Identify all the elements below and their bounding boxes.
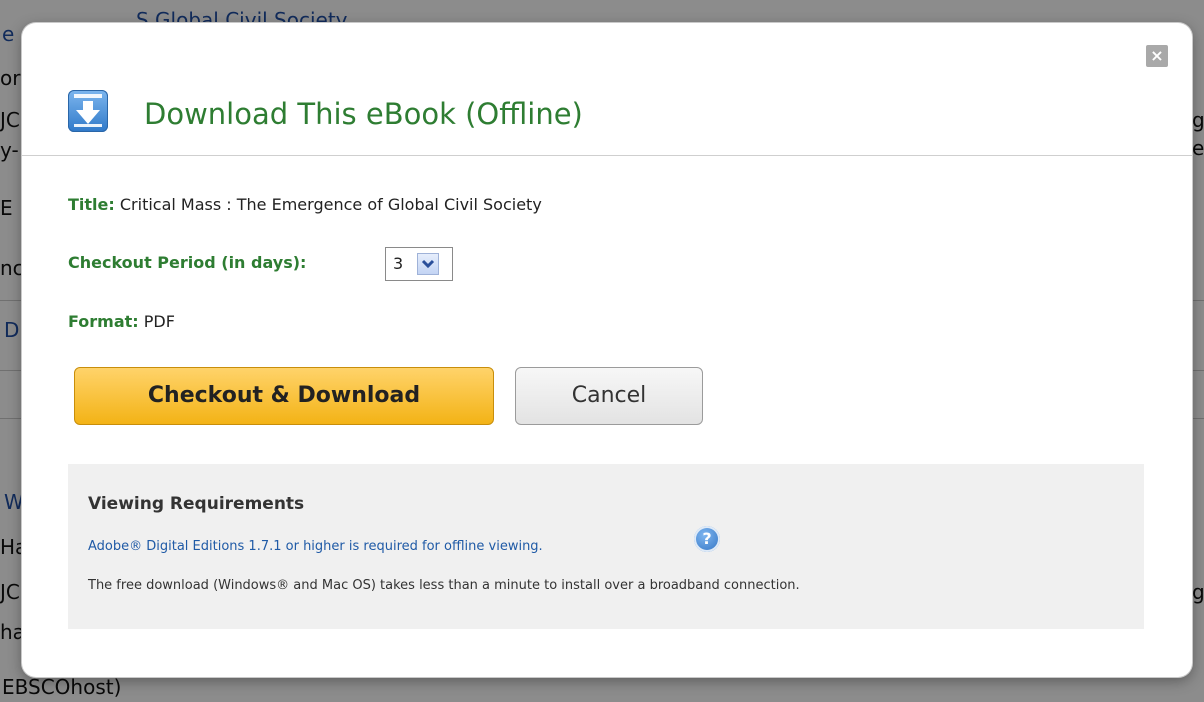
viewing-requirements-panel: Viewing Requirements Adobe® Digital Edit… xyxy=(68,464,1144,629)
requirements-note: The free download (Windows® and Mac OS) … xyxy=(88,578,800,593)
header-divider xyxy=(22,155,1192,156)
download-dialog: × Download This eBook (Offline) Title: C… xyxy=(22,23,1192,677)
close-icon[interactable]: × xyxy=(1146,45,1168,67)
chevron-down-icon[interactable] xyxy=(417,253,439,275)
checkout-period-value: 3 xyxy=(393,254,404,273)
help-icon[interactable]: ? xyxy=(694,526,720,552)
dialog-title: Download This eBook (Offline) xyxy=(144,97,583,131)
format-field: Format: PDF xyxy=(68,312,175,331)
checkout-period-select[interactable]: 3 xyxy=(385,247,453,281)
title-field: Title: Critical Mass : The Emergence of … xyxy=(68,195,542,214)
checkout-period-label: Checkout Period (in days): xyxy=(68,253,307,272)
checkout-period-field: Checkout Period (in days): xyxy=(68,253,306,272)
title-label: Title: xyxy=(68,195,115,214)
title-value: Critical Mass : The Emergence of Global … xyxy=(119,195,542,214)
requirements-heading: Viewing Requirements xyxy=(88,494,305,514)
adobe-requirement-link[interactable]: Adobe® Digital Editions 1.7.1 or higher … xyxy=(88,539,543,554)
format-label: Format: xyxy=(68,312,139,331)
format-value: PDF xyxy=(143,312,175,331)
cancel-button[interactable]: Cancel xyxy=(515,367,703,425)
checkout-download-button[interactable]: Checkout & Download xyxy=(74,367,494,425)
download-icon xyxy=(68,90,108,132)
